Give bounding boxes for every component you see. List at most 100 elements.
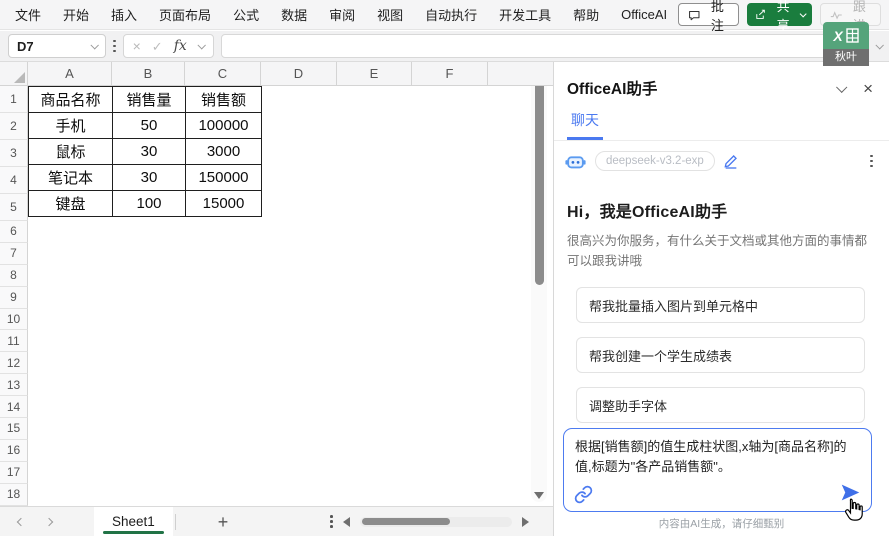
- row-header-3[interactable]: 3: [0, 140, 28, 167]
- cell-C4[interactable]: 150000: [186, 165, 262, 191]
- cell-B2[interactable]: 50: [113, 113, 186, 139]
- cell-A3[interactable]: 鼠标: [29, 139, 113, 165]
- cancel-entry-icon[interactable]: ×: [133, 39, 141, 53]
- scroll-left-icon[interactable]: [343, 517, 350, 527]
- cell-B4[interactable]: 30: [113, 165, 186, 191]
- cells-region[interactable]: 123456789101112131415161718 商品名称销售量销售额手机…: [0, 86, 553, 506]
- share-button[interactable]: 共享: [747, 3, 812, 26]
- menu-item-10[interactable]: 开发工具: [488, 0, 562, 29]
- row-header-8[interactable]: 8: [0, 265, 28, 287]
- menu-item-5[interactable]: 公式: [222, 0, 270, 29]
- menu-item-6[interactable]: 数据: [270, 0, 318, 29]
- cell-name-box[interactable]: D7: [8, 34, 106, 58]
- row-header-5[interactable]: 5: [0, 194, 28, 221]
- row-header-6[interactable]: 6: [0, 221, 28, 243]
- cell-C3[interactable]: 3000: [186, 139, 262, 165]
- row-header-2[interactable]: 2: [0, 113, 28, 140]
- chat-input-text[interactable]: 根据[销售额]的值生成柱状图,x轴为[商品名称]的值,标题为"各产品销售额"。: [575, 437, 860, 476]
- row-header-13[interactable]: 13: [0, 374, 28, 396]
- formula-buttons-group: × ✓ fx: [123, 34, 214, 58]
- horizontal-scrollbar[interactable]: [360, 517, 512, 527]
- select-all-corner[interactable]: [0, 62, 28, 85]
- row-header-12[interactable]: 12: [0, 352, 28, 374]
- attach-link-icon[interactable]: [574, 485, 593, 504]
- row-header-14[interactable]: 14: [0, 396, 28, 418]
- cell-A2[interactable]: 手机: [29, 113, 113, 139]
- comment-button[interactable]: 批注: [678, 3, 739, 26]
- model-name-chip[interactable]: deepseek-v3.2-exp: [595, 151, 715, 171]
- cell-C2[interactable]: 100000: [186, 113, 262, 139]
- cell-A5[interactable]: 键盘: [29, 191, 113, 217]
- spreadsheet-app-window: 文件开始插入页面布局公式数据审阅视图自动执行开发工具帮助OfficeAI 批注 …: [0, 0, 889, 536]
- column-header-F[interactable]: F: [412, 62, 488, 85]
- menu-item-11[interactable]: 帮助: [562, 0, 610, 29]
- cell-B5[interactable]: 100: [113, 191, 186, 217]
- panel-title: OfficeAI助手: [567, 77, 657, 99]
- horizontal-scrollbar-thumb[interactable]: [362, 518, 450, 525]
- cell-A1[interactable]: 商品名称: [29, 87, 113, 113]
- suggestion-card-2[interactable]: 帮我创建一个学生成绩表: [576, 337, 865, 373]
- sheet-tab-sheet1[interactable]: Sheet1: [94, 507, 173, 536]
- menu-item-7[interactable]: 审阅: [318, 0, 366, 29]
- menu-bar: 文件开始插入页面布局公式数据审阅视图自动执行开发工具帮助OfficeAI 批注 …: [0, 0, 889, 30]
- row-header-10[interactable]: 10: [0, 309, 28, 331]
- confirm-entry-icon[interactable]: ✓: [152, 40, 163, 53]
- row-header-9[interactable]: 9: [0, 287, 28, 309]
- menu-item-8[interactable]: 视图: [366, 0, 414, 29]
- menu-item-4[interactable]: 页面布局: [148, 0, 222, 29]
- name-box-chevron-icon[interactable]: [90, 41, 98, 49]
- menu-item-3[interactable]: 插入: [100, 0, 148, 29]
- trend-line-icon: [830, 9, 843, 21]
- cell-B3[interactable]: 30: [113, 139, 186, 165]
- insert-function-icon[interactable]: fx: [174, 38, 187, 54]
- row-header-16[interactable]: 16: [0, 440, 28, 462]
- tab-chat[interactable]: 聊天: [567, 108, 603, 140]
- cell-B1[interactable]: 销售量: [113, 87, 186, 113]
- mouse-cursor-hand: [840, 497, 867, 525]
- function-chevron-icon[interactable]: [197, 41, 205, 49]
- vertical-scrollbar[interactable]: [531, 86, 547, 502]
- menu-item-2[interactable]: 开始: [52, 0, 100, 29]
- formula-input[interactable]: [221, 34, 863, 58]
- vertical-scrollbar-thumb[interactable]: [535, 86, 544, 285]
- next-sheet-icon[interactable]: [45, 517, 53, 525]
- add-sheet-button[interactable]: +: [218, 513, 229, 531]
- chat-input-box[interactable]: 根据[销售额]的值生成柱状图,x轴为[商品名称]的值,标题为"各产品销售额"。: [563, 428, 872, 512]
- panel-close-icon[interactable]: ×: [863, 80, 873, 97]
- row-header-4[interactable]: 4: [0, 167, 28, 194]
- cell-C1[interactable]: 销售额: [186, 87, 262, 113]
- menu-item-9[interactable]: 自动执行: [414, 0, 488, 29]
- tabbar-menu-icon[interactable]: [330, 515, 333, 528]
- scroll-down-icon[interactable]: [534, 492, 544, 499]
- column-header-A[interactable]: A: [28, 62, 112, 85]
- suggestion-card-1[interactable]: 帮我批量插入图片到单元格中: [576, 287, 865, 323]
- model-options-icon[interactable]: [870, 155, 873, 168]
- suggestion-card-3[interactable]: 调整助手字体: [576, 387, 865, 423]
- column-header-E[interactable]: E: [337, 62, 412, 85]
- formula-bar-handle-icon[interactable]: [113, 40, 116, 53]
- formula-bar-expand-icon[interactable]: [875, 41, 883, 49]
- row-header-11[interactable]: 11: [0, 330, 28, 352]
- cell-C5[interactable]: 15000: [186, 191, 262, 217]
- column-header-D[interactable]: D: [261, 62, 337, 85]
- data-table[interactable]: 商品名称销售量销售额手机50100000 鼠标303000 笔记本30150000 键…: [28, 86, 262, 217]
- menu-item-12[interactable]: OfficeAI: [610, 0, 678, 29]
- column-header-C[interactable]: C: [185, 62, 261, 85]
- row-header-15[interactable]: 15: [0, 418, 28, 440]
- row-header-7[interactable]: 7: [0, 243, 28, 265]
- cell-A4[interactable]: 笔记本: [29, 165, 113, 191]
- active-cell-reference: D7: [17, 39, 91, 54]
- formula-bar: D7 × ✓ fx: [0, 31, 889, 62]
- panel-collapse-icon[interactable]: [836, 82, 847, 93]
- column-header-B[interactable]: B: [112, 62, 185, 85]
- grid-glyph-icon: [846, 28, 859, 43]
- row-header-18[interactable]: 18: [0, 484, 28, 506]
- watermark-label: 秋叶: [823, 49, 869, 66]
- row-header-17[interactable]: 17: [0, 462, 28, 484]
- menu-item-1[interactable]: 文件: [4, 0, 52, 29]
- scroll-right-icon[interactable]: [522, 517, 529, 527]
- row-header-1[interactable]: 1: [0, 86, 28, 113]
- edit-pencil-icon[interactable]: [723, 153, 739, 169]
- greeting-title: Hi，我是OfficeAI助手: [567, 198, 876, 222]
- previous-sheet-icon[interactable]: [17, 517, 25, 525]
